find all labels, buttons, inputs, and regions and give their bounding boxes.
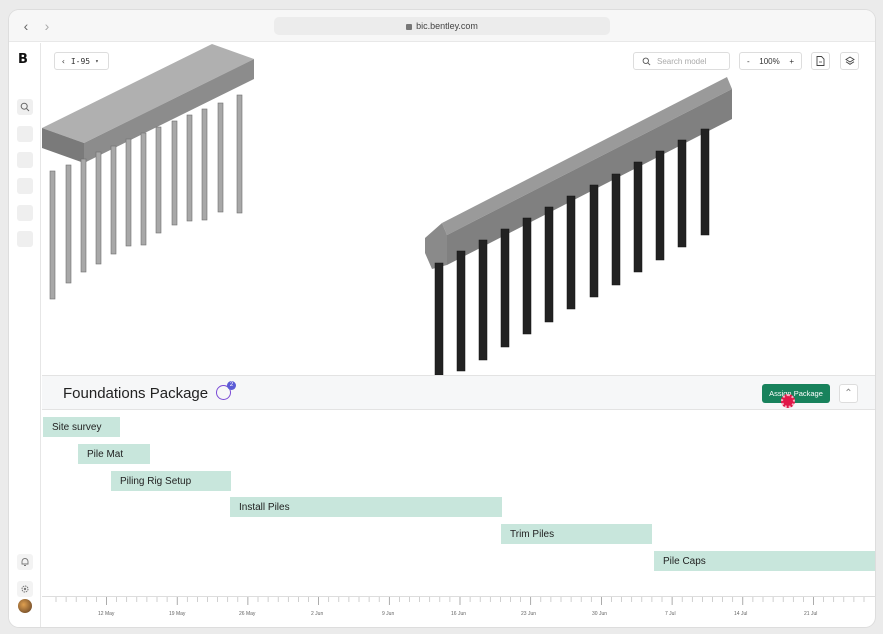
gantt-chart: Site survey Pile Mat Piling Rig Setup In… — [42, 410, 875, 596]
bell-icon — [21, 558, 29, 566]
model-viewport[interactable]: ‹ I-95 ▾ Search model - 100% + — [42, 43, 875, 375]
timeline-label: 2 Jun — [311, 611, 324, 617]
browser-chrome: ‹ › bic.bentley.com — [9, 10, 875, 42]
search-icon — [642, 57, 651, 65]
task-bar-install-piles[interactable]: Install Piles — [230, 497, 502, 517]
search-icon — [20, 102, 30, 112]
zoom-level: 100% — [759, 56, 780, 66]
task-label: Pile Caps — [663, 555, 706, 567]
forward-icon[interactable]: › — [39, 18, 55, 34]
task-label: Trim Piles — [510, 528, 555, 540]
package-title: Foundations Package — [63, 385, 209, 402]
search-placeholder: Search model — [657, 56, 707, 66]
chevron-up-icon: ⌃ — [844, 388, 853, 399]
task-label: Pile Mat — [87, 448, 124, 460]
document-icon — [816, 56, 825, 66]
task-bar-piling-rig-setup[interactable]: Piling Rig Setup — [111, 471, 231, 491]
url-bar[interactable]: bic.bentley.com — [274, 17, 610, 35]
timeline-label: 14 Jul — [734, 611, 748, 617]
chevron-left-icon: ‹ — [61, 56, 66, 66]
app-window: ‹ › bic.bentley.com B ‹ I-95 ▾ Search mo… — [9, 10, 875, 627]
rail-button-3[interactable] — [17, 152, 33, 168]
bridge-3d-model — [42, 44, 732, 375]
avatar[interactable] — [18, 599, 32, 613]
timeline-label: 21 Jul — [804, 611, 818, 617]
task-bar-pile-mat[interactable]: Pile Mat — [78, 444, 150, 464]
model-name: I-95 — [70, 56, 91, 66]
task-label: Install Piles — [239, 501, 290, 513]
layers-button[interactable] — [840, 52, 859, 70]
package-badge-count: 2 — [227, 381, 236, 390]
timeline-label: 26 May — [239, 611, 256, 617]
timeline-label: 7 Jul — [665, 611, 676, 617]
timeline-label: 23 Jun — [521, 611, 537, 617]
timeline-label: 12 May — [98, 611, 115, 617]
assign-package-button[interactable]: Assign Package — [762, 384, 830, 403]
layers-icon — [844, 56, 855, 65]
rail-button-6[interactable] — [17, 231, 33, 247]
left-rail: B — [9, 43, 41, 627]
settings-button[interactable] — [17, 581, 33, 597]
back-icon[interactable]: ‹ — [18, 18, 34, 34]
rail-button-5[interactable] — [17, 205, 33, 221]
timeline-label: 30 Jun — [592, 611, 608, 617]
timeline-axis: 12 May 19 May 26 May 2 Jun 9 Jun 16 Jun … — [42, 596, 875, 627]
collapse-button[interactable]: ⌃ — [839, 384, 858, 403]
search-rail-button[interactable] — [17, 99, 33, 115]
url-text: bic.bentley.com — [416, 21, 478, 31]
rail-button-2[interactable] — [17, 126, 33, 142]
zoom-control: - 100% + — [739, 52, 802, 70]
task-bar-pile-caps[interactable]: Pile Caps — [654, 551, 875, 571]
zoom-out-button[interactable]: - — [747, 57, 750, 66]
chevron-down-icon: ▾ — [95, 57, 99, 65]
task-bar-trim-piles[interactable]: Trim Piles — [501, 524, 652, 544]
search-model-input[interactable]: Search model — [633, 52, 730, 70]
timeline-label: 19 May — [169, 611, 186, 617]
lock-icon — [406, 24, 413, 30]
rail-button-4[interactable] — [17, 178, 33, 194]
timeline-label: 9 Jun — [382, 611, 395, 617]
timeline-ticks — [55, 597, 865, 605]
package-header: Foundations Package 2 Assign Package ⌃ — [42, 375, 875, 410]
pointer-cursor — [781, 394, 795, 408]
notifications-button[interactable] — [17, 554, 33, 570]
task-bar-site-survey[interactable]: Site survey — [43, 417, 120, 437]
document-button[interactable] — [811, 52, 830, 70]
gear-icon — [21, 585, 29, 593]
bentley-logo: B — [18, 52, 28, 67]
task-label: Piling Rig Setup — [120, 475, 192, 487]
zoom-in-button[interactable]: + — [789, 57, 794, 66]
task-label: Site survey — [52, 421, 102, 433]
model-selector[interactable]: ‹ I-95 ▾ — [54, 52, 109, 70]
timeline-label: 16 Jun — [451, 611, 467, 617]
